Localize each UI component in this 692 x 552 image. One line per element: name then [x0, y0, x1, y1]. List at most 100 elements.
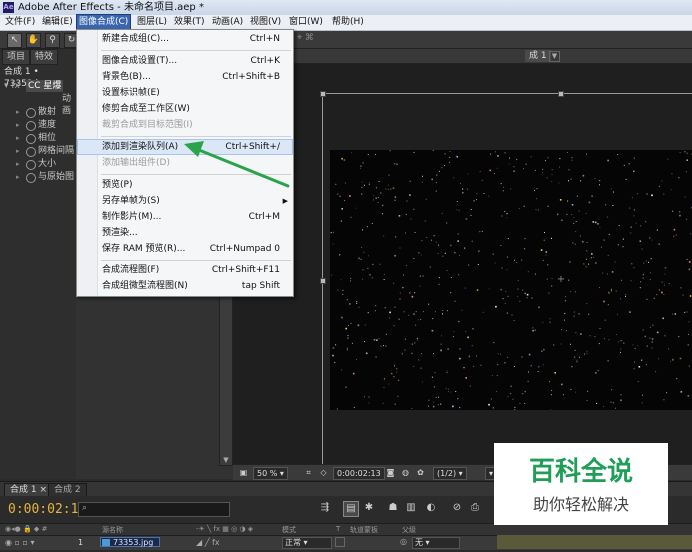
prop-blend-row[interactable]: ▸ 与原始图: [0, 171, 76, 183]
menu-composition[interactable]: 图像合成(C): [75, 14, 132, 31]
effect-header-row[interactable]: ▾ fx CC 星爆: [0, 80, 76, 92]
star-dot: [349, 195, 351, 197]
stopwatch-icon[interactable]: [26, 147, 36, 157]
tab-project[interactable]: 项目: [2, 49, 31, 65]
motion-blur-icon[interactable]: ◐: [424, 501, 438, 515]
star-dot: [608, 339, 610, 341]
menu-item-make-movie[interactable]: 制作影片(M)... Ctrl+M: [78, 210, 292, 224]
current-time-display[interactable]: 0:00:02:13: [8, 502, 86, 517]
menu-item-composition-flowchart[interactable]: 合成流程图(F) Ctrl+Shift+F11: [78, 263, 292, 277]
frame-blend-icon[interactable]: ▥: [404, 501, 418, 515]
stopwatch-icon[interactable]: [26, 134, 36, 144]
fx-toggle-icon[interactable]: ▾ fx: [4, 80, 20, 92]
menu-item-mini-flowchart[interactable]: 合成组微型流程图(N) tap Shift: [78, 279, 292, 293]
star-dot: [413, 208, 415, 210]
star-dot: [633, 215, 635, 217]
layer-search-input[interactable]: [78, 502, 230, 517]
brainstorm-icon[interactable]: ⎙: [468, 501, 482, 515]
menu-item-new-composition[interactable]: 新建合成组(C)... Ctrl+N: [78, 32, 292, 46]
menu-effect[interactable]: 效果(T): [172, 15, 207, 30]
star-dot: [532, 327, 534, 329]
resolution-select[interactable]: (1/2) ▾: [433, 467, 467, 480]
draft-3d-icon[interactable]: ✱: [362, 501, 376, 515]
viewer-timecode[interactable]: 0:00:02:13: [333, 467, 385, 480]
menu-edit[interactable]: 编辑(E): [40, 15, 75, 30]
star-dot: [591, 195, 593, 197]
tab-composition-1[interactable]: 成 1: [525, 50, 551, 62]
pick-whip-icon[interactable]: ◎: [400, 537, 407, 546]
vertical-scrollbar[interactable]: ▼: [219, 292, 233, 466]
menu-item-composition-settings[interactable]: 图像合成设置(T)... Ctrl+K: [78, 54, 292, 68]
grid-icon[interactable]: ⌗: [303, 467, 314, 478]
star-dot: [620, 348, 622, 350]
frame-handle[interactable]: [320, 278, 326, 284]
live-update-icon[interactable]: ▤: [343, 501, 359, 517]
shy-icon[interactable]: ☗: [386, 501, 400, 515]
zoom-tool-icon[interactable]: ⚲: [45, 33, 60, 48]
prop-grid-spacing-row[interactable]: ▸ 网格间隔: [0, 145, 76, 157]
menu-file[interactable]: 文件(F): [3, 15, 37, 30]
star-dot: [389, 317, 391, 319]
frame-handle[interactable]: [320, 91, 326, 97]
star-dot: [580, 180, 581, 182]
menu-view[interactable]: 视图(V): [248, 15, 283, 30]
menu-item-save-frame-as[interactable]: 另存单帧为(S) ▶: [78, 194, 292, 208]
menu-layer[interactable]: 图层(L): [135, 15, 169, 30]
menu-animation[interactable]: 动画(A): [210, 15, 245, 30]
always-preview-icon[interactable]: ▣: [238, 467, 249, 478]
layer-duration-bar[interactable]: [497, 535, 692, 549]
expand-arrow-icon[interactable]: ▸: [16, 119, 20, 131]
star-dot: [504, 302, 506, 304]
menu-item-set-poster-time[interactable]: 设置标识帧(E): [78, 86, 292, 100]
stopwatch-icon[interactable]: [26, 173, 36, 183]
scroll-down-icon[interactable]: ▼: [221, 456, 231, 464]
layer-switches-icon[interactable]: ◢ ╱ fx: [196, 538, 220, 547]
prop-speed-row[interactable]: ▸ 速度: [0, 119, 76, 131]
mask-icon[interactable]: ◇: [318, 467, 329, 478]
menu-window[interactable]: 窗口(W): [287, 15, 325, 30]
search-icon[interactable]: ⌕: [82, 503, 87, 514]
expand-arrow-icon[interactable]: ▸: [16, 171, 20, 183]
layer-mode-select[interactable]: 正常 ▾: [282, 537, 332, 549]
expand-arrow-icon[interactable]: ▸: [16, 106, 20, 118]
star-dot: [668, 348, 670, 350]
expand-arrow-icon[interactable]: ▸: [16, 132, 20, 144]
hand-tool-icon[interactable]: ✋: [26, 33, 41, 48]
expand-arrow-icon[interactable]: ▸: [16, 158, 20, 170]
chevron-down-icon[interactable]: ▼: [549, 51, 560, 62]
graph-editor-icon[interactable]: ⊘: [450, 501, 464, 515]
star-dot: [384, 307, 386, 309]
prop-scatter-row[interactable]: ▸ 散射: [0, 106, 76, 118]
star-dot: [373, 195, 375, 197]
layer-parent-select[interactable]: 无 ▾: [412, 537, 460, 549]
stopwatch-icon[interactable]: [26, 108, 36, 118]
comp-mini-flowchart-icon[interactable]: ⇶: [318, 501, 332, 515]
tab-effect-controls[interactable]: 特效: [30, 49, 59, 65]
stopwatch-icon[interactable]: [26, 121, 36, 131]
star-dot: [603, 239, 605, 241]
rgb-icon[interactable]: ✿: [415, 467, 426, 478]
expand-arrow-icon[interactable]: ▸: [16, 145, 20, 157]
menu-item-trim-comp-to-work-area[interactable]: 修剪合成至工作区(W): [78, 102, 292, 116]
star-dot: [603, 338, 605, 340]
star-dot: [361, 181, 363, 183]
preserve-transparency-checkbox[interactable]: [335, 537, 345, 547]
toolbar-options-icon[interactable]: ⌖ ⌘: [297, 33, 314, 43]
star-dot: [617, 244, 619, 246]
stopwatch-icon[interactable]: [26, 160, 36, 170]
menu-help[interactable]: 帮助(H): [330, 15, 366, 30]
menu-item-background-color[interactable]: 背景色(B)... Ctrl+Shift+B: [78, 70, 292, 84]
zoom-select[interactable]: 50 % ▾: [253, 467, 288, 480]
menu-item-save-ram-preview[interactable]: 保存 RAM 预览(R)... Ctrl+Numpad 0: [78, 242, 292, 256]
camera-icon[interactable]: ◙: [385, 467, 396, 478]
layer-source-name[interactable]: 73353.jpg: [100, 537, 160, 547]
selection-tool-icon[interactable]: ↖: [7, 33, 22, 48]
prop-phase-row[interactable]: ▸ 相位: [0, 132, 76, 144]
menu-item-pre-render[interactable]: 预渲染...: [78, 226, 292, 240]
star-dot: [565, 296, 567, 298]
layer-visibility-icon[interactable]: ◉ ▫ ▫ ▾: [5, 538, 34, 547]
color-channel-icon[interactable]: ◍: [400, 467, 411, 478]
prop-size-row[interactable]: ▸ 大小: [0, 158, 76, 170]
viewer-tab-bar: 成 1 ▼: [233, 49, 692, 64]
frame-handle[interactable]: [558, 91, 564, 97]
